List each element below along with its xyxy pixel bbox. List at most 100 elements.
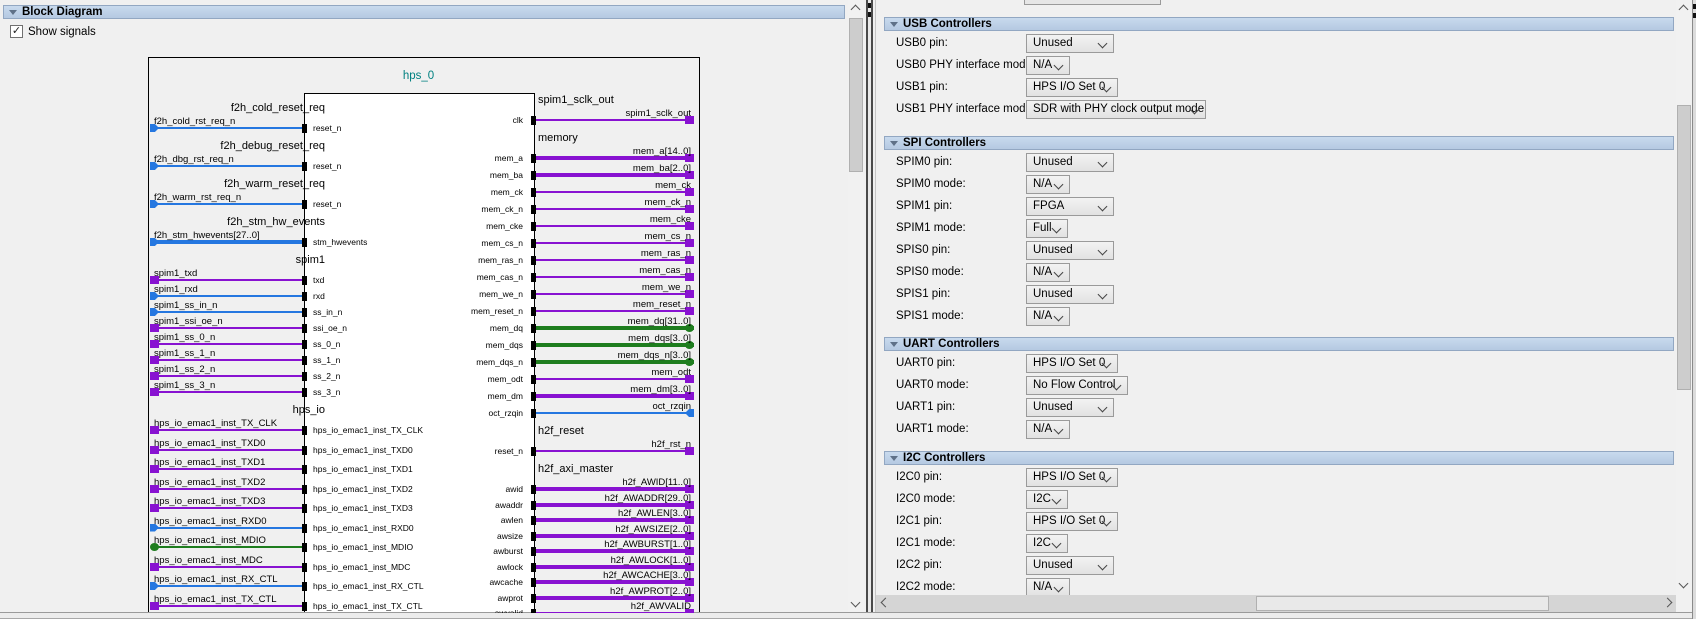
spis1-pin-select[interactable]: Unused bbox=[1026, 285, 1114, 304]
usb1-phy-interface-mode-row: USB1 PHY interface mode:SDR with PHY clo… bbox=[876, 100, 1666, 120]
spis1-mode-value: N/A bbox=[1033, 310, 1052, 322]
port-label: awsize bbox=[497, 531, 523, 541]
show-signals-checkbox[interactable]: ✓ bbox=[10, 25, 23, 38]
i2c0-mode-select[interactable]: I2C bbox=[1026, 490, 1068, 509]
scrollbar-thumb[interactable] bbox=[1677, 105, 1691, 390]
partial-dropdown[interactable] bbox=[1024, 0, 1161, 5]
port-label: ss_0_n bbox=[313, 339, 340, 349]
signal-line bbox=[151, 488, 305, 490]
usb-controllers-section-header[interactable]: USB Controllers bbox=[884, 17, 1674, 31]
uart1-mode-select[interactable]: N/A bbox=[1026, 420, 1070, 439]
uart-controllers-section-title: UART Controllers bbox=[903, 338, 999, 350]
scroll-left-button[interactable] bbox=[876, 595, 892, 611]
port-label: awprot bbox=[497, 593, 523, 603]
chevron-down-icon bbox=[1052, 539, 1062, 549]
parameters-horizontal-scrollbar[interactable] bbox=[876, 595, 1676, 612]
i2c2-pin-select[interactable]: Unused bbox=[1026, 556, 1114, 575]
port-tick bbox=[531, 609, 536, 613]
spim1-pin-value: FPGA bbox=[1033, 200, 1064, 212]
signal-line bbox=[534, 119, 694, 121]
window-edge-splitter[interactable] bbox=[1692, 0, 1696, 619]
signal-line bbox=[534, 276, 694, 278]
signal-line bbox=[151, 449, 305, 451]
interface-label: f2h_cold_reset_req bbox=[231, 102, 325, 114]
scroll-down-button[interactable] bbox=[848, 596, 864, 612]
scroll-down-button[interactable] bbox=[1676, 577, 1692, 593]
port-label: mem_reset_n bbox=[471, 306, 523, 316]
spis0-pin-value: Unused bbox=[1033, 244, 1073, 256]
spim0-pin-value: Unused bbox=[1033, 156, 1073, 168]
scroll-up-button[interactable] bbox=[1676, 0, 1692, 16]
port-label: txd bbox=[313, 275, 324, 285]
block-diagram-canvas: hps_0 f2h_cold_reset_reqf2h_cold_rst_req… bbox=[148, 57, 700, 613]
signal-line bbox=[151, 391, 305, 393]
signal-label: hps_io_emac1_inst_MDIO bbox=[154, 535, 266, 546]
usb1-phy-interface-mode-select[interactable]: SDR with PHY clock output mode bbox=[1026, 100, 1206, 119]
i2c1-mode-select[interactable]: I2C bbox=[1026, 534, 1068, 553]
i2c-controllers-section-title: I2C Controllers bbox=[903, 452, 985, 464]
parameters-vertical-scrollbar[interactable] bbox=[1676, 0, 1692, 612]
port-label: mem_ras_n bbox=[478, 255, 523, 265]
uart1-pin-select[interactable]: Unused bbox=[1026, 398, 1114, 417]
port-tick bbox=[302, 372, 307, 381]
port-tick bbox=[531, 171, 536, 180]
panel-splitter[interactable] bbox=[866, 0, 873, 619]
port-tick bbox=[302, 324, 307, 333]
usb1-phy-interface-mode-value: SDR with PHY clock output mode bbox=[1033, 103, 1204, 115]
scrollbar-thumb[interactable] bbox=[1256, 596, 1549, 611]
spis0-pin-select[interactable]: Unused bbox=[1026, 241, 1114, 260]
signal-label: spim1_ss_2_n bbox=[154, 364, 215, 375]
i2c1-mode-row: I2C1 mode:I2C bbox=[876, 534, 1666, 554]
signal-label: spim1_ssi_oe_n bbox=[154, 316, 223, 327]
port-label: ss_in_n bbox=[313, 307, 342, 317]
signal-label: hps_io_emac1_inst_TXD0 bbox=[154, 438, 265, 449]
i2c1-pin-select[interactable]: HPS I/O Set 0 bbox=[1026, 512, 1118, 531]
spis1-mode-select[interactable]: N/A bbox=[1026, 307, 1070, 326]
spis0-mode-select[interactable]: N/A bbox=[1026, 263, 1070, 282]
port-label: reset_n bbox=[313, 199, 341, 209]
signal-line bbox=[534, 450, 694, 452]
uart0-mode-select[interactable]: No Flow Control bbox=[1026, 376, 1128, 395]
signal-line bbox=[534, 378, 694, 380]
port-label: hps_io_emac1_inst_MDIO bbox=[313, 542, 413, 552]
port-tick bbox=[302, 524, 307, 533]
spis1-pin-row: SPIS1 pin: Unused bbox=[876, 285, 1666, 305]
scroll-up-button[interactable] bbox=[848, 0, 864, 16]
uart-controllers-section-header[interactable]: UART Controllers bbox=[884, 337, 1674, 351]
spis0-pin-row: SPIS0 pin:Unused bbox=[876, 241, 1666, 261]
spis1-pin-label: SPIS1 pin: bbox=[896, 288, 950, 300]
spim0-pin-select[interactable]: Unused bbox=[1026, 153, 1114, 172]
signal-label: f2h_warm_rst_req_n bbox=[154, 192, 241, 203]
spim1-mode-select[interactable]: Full bbox=[1026, 219, 1068, 238]
usb0-phy-interface-mode-select[interactable]: N/A bbox=[1026, 56, 1070, 75]
signal-line bbox=[534, 612, 694, 613]
i2c0-pin-select[interactable]: HPS I/O Set 0 bbox=[1026, 468, 1118, 487]
interface-label: hps_io bbox=[293, 404, 325, 416]
signal-label: hps_io_emac1_inst_RX_CTL bbox=[154, 574, 278, 585]
chevron-down-icon bbox=[1098, 158, 1108, 168]
spim1-pin-select[interactable]: FPGA bbox=[1026, 197, 1114, 216]
signal-line bbox=[151, 546, 305, 548]
show-signals-row: ✓ Show signals bbox=[10, 25, 96, 38]
port-tick bbox=[531, 324, 536, 333]
spim0-mode-select[interactable]: N/A bbox=[1026, 175, 1070, 194]
i2c1-pin-value: HPS I/O Set 0 bbox=[1033, 515, 1105, 527]
spi-controllers-section-header[interactable]: SPI Controllers bbox=[884, 136, 1674, 150]
uart0-pin-value: HPS I/O Set 0 bbox=[1033, 357, 1105, 369]
block-diagram-vertical-scrollbar[interactable] bbox=[848, 0, 864, 612]
scrollbar-thumb[interactable] bbox=[849, 18, 863, 172]
collapse-triangle-icon bbox=[890, 141, 898, 146]
scroll-right-button[interactable] bbox=[1661, 595, 1676, 611]
i2c-controllers-section-header[interactable]: I2C Controllers bbox=[884, 451, 1674, 465]
usb0-pin-select[interactable]: Unused bbox=[1026, 34, 1114, 53]
usb1-pin-select[interactable]: HPS I/O Set 0 bbox=[1026, 78, 1118, 97]
signal-label: mem_reset_n bbox=[633, 299, 691, 310]
signal-label: h2f_AWLEN[3..0] bbox=[618, 508, 691, 519]
port-tick bbox=[302, 292, 307, 301]
block-diagram-panel: Block Diagram ✓ Show signals hps_0 f2h_c… bbox=[0, 0, 846, 612]
uart0-pin-select[interactable]: HPS I/O Set 0 bbox=[1026, 354, 1118, 373]
show-signals-label: Show signals bbox=[28, 26, 96, 38]
port-label: hps_io_emac1_inst_RX_CTL bbox=[313, 581, 424, 591]
block-diagram-section-header[interactable]: Block Diagram bbox=[3, 5, 845, 19]
usb1-pin-row: USB1 pin:HPS I/O Set 0 bbox=[876, 78, 1666, 98]
